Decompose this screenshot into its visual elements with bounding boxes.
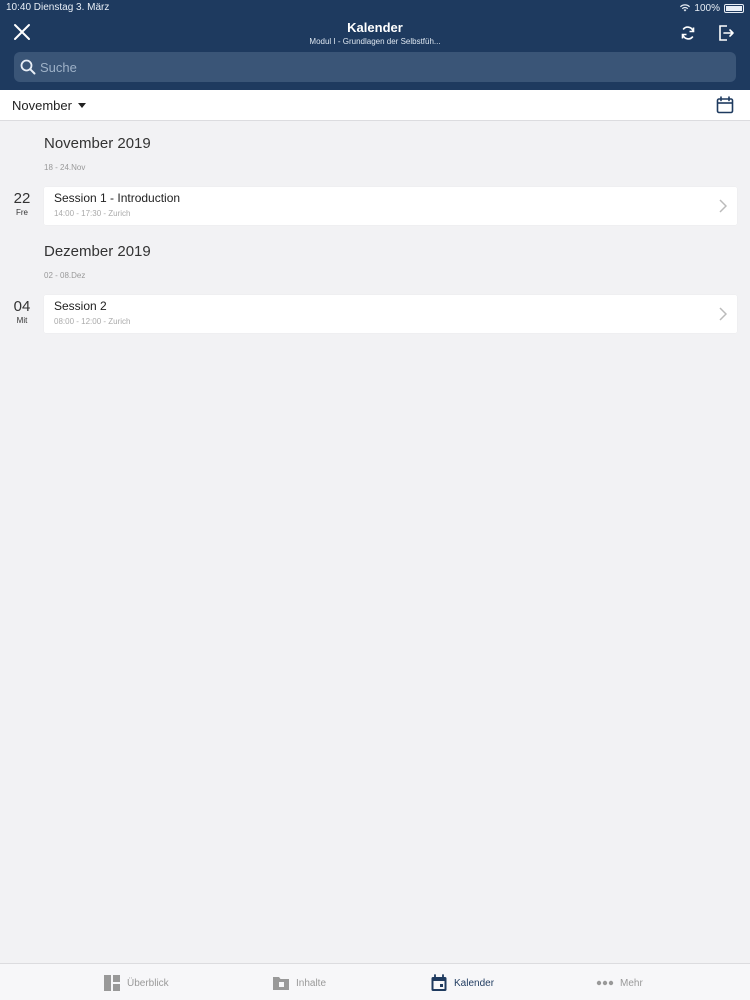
day-label: 04 Mit xyxy=(0,298,44,325)
page-title: Kalender xyxy=(347,20,403,35)
tab-label: Überblick xyxy=(127,977,169,989)
month-dropdown[interactable]: November xyxy=(12,98,86,113)
tab-bar: Überblick Inhalte Kalender Mehr xyxy=(0,963,750,1000)
event-card[interactable]: Session 2 08:00 - 12:00 - Zurich xyxy=(44,295,737,333)
day-label: 22 Fre xyxy=(0,190,44,217)
event-card[interactable]: Session 1 - Introduction 14:00 - 17:30 -… xyxy=(44,187,737,225)
month-dropdown-label: November xyxy=(12,98,72,113)
event-title: Session 1 - Introduction xyxy=(54,191,181,205)
month-heading: November 2019 xyxy=(44,135,151,152)
wifi-icon xyxy=(680,4,691,12)
day-number: 22 xyxy=(13,190,31,207)
month-heading: Dezember 2019 xyxy=(44,243,151,260)
battery-icon xyxy=(724,3,744,13)
day-name: Fre xyxy=(16,208,28,217)
status-bar: 10:40 Dienstag 3. März 100% xyxy=(6,2,744,14)
event-meta: 08:00 - 12:00 - Zurich xyxy=(54,317,131,326)
tab-content[interactable]: Inhalte xyxy=(272,974,326,992)
chevron-right-icon xyxy=(719,307,727,321)
logout-button[interactable] xyxy=(712,19,740,47)
day-number: 04 xyxy=(13,298,31,315)
sync-icon xyxy=(681,26,695,40)
day-name: Mit xyxy=(16,316,28,325)
search-icon xyxy=(20,59,36,75)
week-range: 02 - 08.Dez xyxy=(44,271,86,280)
tab-label: Kalender xyxy=(454,977,495,989)
event-title: Session 2 xyxy=(54,299,107,313)
tab-label: Mehr xyxy=(620,977,643,989)
week-range: 18 - 24.Nov xyxy=(44,163,86,172)
tab-label: Inhalte xyxy=(296,977,327,989)
caret-down-icon xyxy=(77,103,86,108)
page-subtitle: Modul I - Grundlagen der Selbstfüh... xyxy=(309,37,441,46)
tab-calendar[interactable]: Kalender xyxy=(430,974,494,992)
battery-percent: 100% xyxy=(694,2,720,14)
search-input[interactable] xyxy=(40,59,720,75)
dashboard-icon xyxy=(104,975,120,991)
folder-icon xyxy=(273,977,289,990)
sync-button[interactable] xyxy=(674,19,702,47)
calendar-icon xyxy=(431,974,447,991)
month-bar: November xyxy=(0,90,750,121)
tab-overview[interactable]: Überblick xyxy=(103,974,169,992)
logout-icon xyxy=(719,25,734,41)
calendar-picker-icon[interactable] xyxy=(716,96,734,114)
status-time-date: 10:40 Dienstag 3. März xyxy=(6,2,110,13)
app-header: 10:40 Dienstag 3. März 100% Kalender Mod… xyxy=(0,0,750,90)
tab-more[interactable]: Mehr xyxy=(596,974,643,992)
search-bar[interactable] xyxy=(14,52,736,82)
more-dots-icon xyxy=(596,980,614,986)
chevron-right-icon xyxy=(719,199,727,213)
event-meta: 14:00 - 17:30 - Zurich xyxy=(54,209,131,218)
